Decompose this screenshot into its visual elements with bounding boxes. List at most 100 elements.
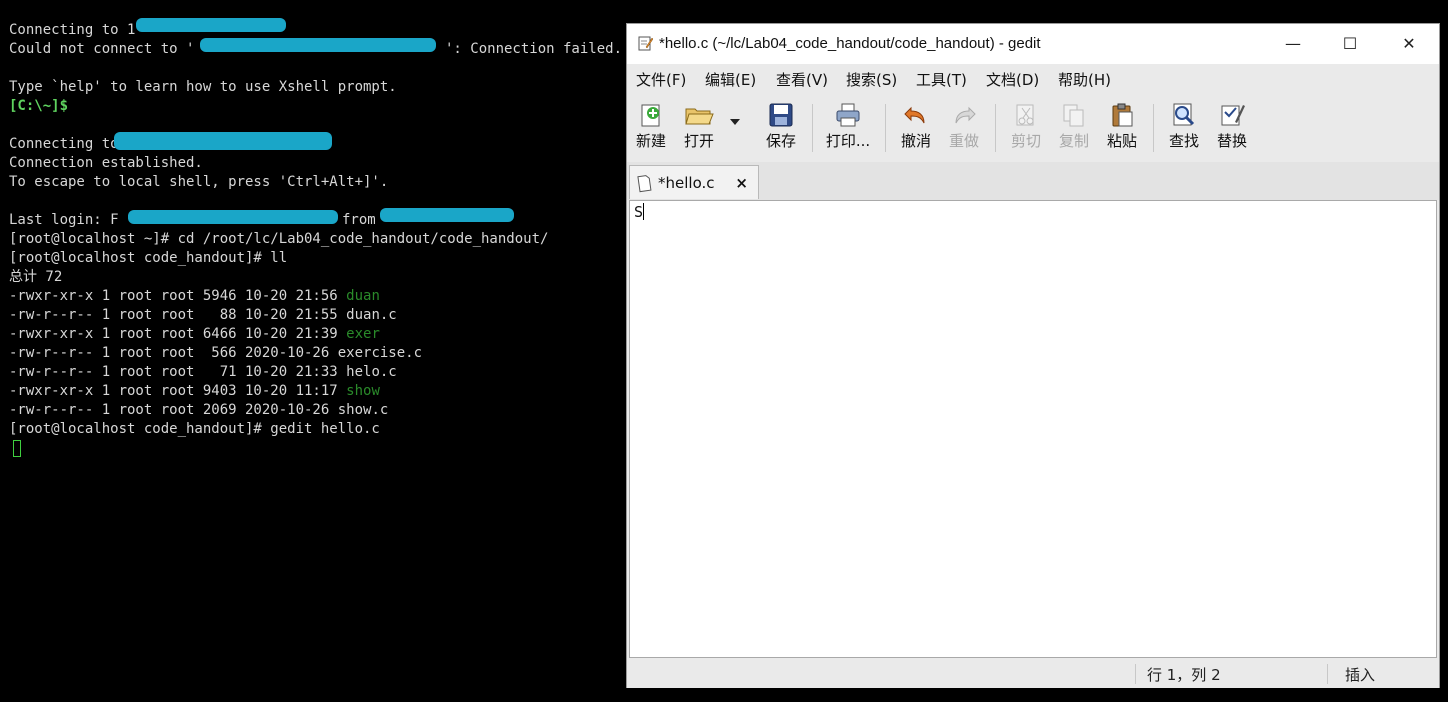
- file-meta: -rwxr-xr-x 1 root root 6466 10-20 21:39: [9, 326, 347, 342]
- status-separator: [1327, 664, 1328, 684]
- file-meta: -rw-r--r-- 1 root root 2069 2020-10-26: [9, 402, 338, 418]
- terminal-line: 总计 72: [9, 269, 63, 285]
- toolbar-separator: [995, 104, 996, 152]
- text-editor[interactable]: S: [629, 200, 1437, 658]
- open-label: 打开: [683, 132, 714, 150]
- terminal-line: Last login: F: [9, 212, 119, 228]
- terminal-line: Connecting to: [9, 136, 119, 152]
- save-button[interactable]: 保存: [763, 102, 799, 151]
- copy-label: 复制: [1058, 132, 1089, 150]
- listing-row: -rwxr-xr-x 1 root root 9403 10-20 11:17 …: [9, 382, 380, 401]
- terminal-line: [root@localhost ~]# cd /root/lc/Lab04_co…: [9, 231, 549, 247]
- redaction-mark: [114, 132, 332, 150]
- replace-label: 替换: [1216, 132, 1247, 150]
- listing-row: -rw-r--r-- 1 root root 71 10-20 21:33 he…: [9, 363, 397, 382]
- scissors-icon: [1016, 104, 1034, 126]
- gedit-app-icon: [638, 36, 653, 51]
- file-meta: -rw-r--r-- 1 root root 566 2020-10-26: [9, 345, 338, 361]
- tab-label: *hello.c: [658, 174, 715, 192]
- insert-mode: 插入: [1345, 666, 1376, 684]
- tab-close-icon[interactable]: ×: [735, 174, 748, 192]
- menu-view[interactable]: 查看(V): [776, 69, 828, 90]
- toolbar-separator: [812, 104, 813, 152]
- search-icon: [1173, 103, 1195, 126]
- undo-button[interactable]: 撤消: [898, 102, 934, 151]
- find-label: 查找: [1168, 132, 1199, 150]
- copy-button[interactable]: 复制: [1056, 102, 1092, 151]
- file-name: helo.c: [346, 364, 397, 380]
- find-button[interactable]: 查找: [1166, 102, 1202, 151]
- file-name: show: [346, 383, 380, 399]
- terminal-line: Type `help' to learn how to use Xshell p…: [9, 79, 397, 95]
- terminal-cursor: [13, 440, 21, 457]
- menu-search[interactable]: 搜索(S): [846, 69, 897, 90]
- listing-row: -rw-r--r-- 1 root root 88 10-20 21:55 du…: [9, 306, 397, 325]
- editor-content[interactable]: S: [634, 203, 645, 221]
- menu-help[interactable]: 帮助(H): [1058, 69, 1111, 90]
- text-caret: [643, 203, 645, 220]
- redaction-mark: [136, 18, 286, 32]
- folder-open-icon: [685, 108, 714, 125]
- save-label: 保存: [765, 132, 796, 150]
- local-prompt: [C:\~]$: [9, 98, 69, 114]
- find-replace-icon: [1221, 105, 1245, 126]
- status-bar: 行 1，列 2 插入: [627, 660, 1439, 688]
- menu-bar: 文件(F) 编辑(E) 查看(V) 搜索(S) 工具(T) 文档(D) 帮助(H…: [627, 64, 1439, 94]
- open-recent-dropdown[interactable]: [729, 118, 741, 126]
- file-meta: -rw-r--r-- 1 root root 71 10-20 21:33: [9, 364, 347, 380]
- menu-documents[interactable]: 文档(D): [986, 69, 1039, 90]
- redo-label: 重做: [948, 132, 979, 150]
- close-button[interactable]: ✕: [1389, 30, 1429, 58]
- document-icon: [637, 175, 652, 193]
- menu-tools[interactable]: 工具(T): [916, 69, 967, 90]
- menu-edit[interactable]: 编辑(E): [705, 69, 756, 90]
- cursor-position: 行 1，列 2: [1147, 666, 1221, 684]
- listing-row: -rw-r--r-- 1 root root 566 2020-10-26 ex…: [9, 344, 422, 363]
- undo-icon: [904, 106, 925, 124]
- print-button[interactable]: 打印...: [824, 102, 872, 151]
- terminal-line: Could not connect to ': [9, 41, 195, 57]
- cut-label: 剪切: [1010, 132, 1041, 150]
- redaction-mark: [380, 208, 514, 222]
- window-title: *hello.c (~/lc/Lab04_code_handout/code_h…: [659, 35, 1041, 52]
- terminal-line: [root@localhost code_handout]# ll: [9, 250, 288, 266]
- maximize-button[interactable]: ☐: [1330, 30, 1370, 58]
- toolbar-separator: [885, 104, 886, 152]
- menu-file[interactable]: 文件(F): [636, 69, 686, 90]
- terminal-line: from: [342, 212, 376, 228]
- terminal-line: ': Connection failed.: [445, 41, 623, 57]
- paste-label: 粘贴: [1106, 132, 1137, 150]
- open-button[interactable]: 打开: [681, 102, 717, 151]
- file-meta: -rw-r--r-- 1 root root 88 10-20 21:55: [9, 307, 347, 323]
- redaction-mark: [200, 38, 436, 52]
- terminal-line: To escape to local shell, press 'Ctrl+Al…: [9, 174, 389, 190]
- file-name: duan.c: [346, 307, 397, 323]
- file-name: show.c: [337, 402, 389, 418]
- print-label: 打印...: [825, 132, 871, 150]
- paste-button[interactable]: 粘贴: [1104, 102, 1140, 151]
- redo-button[interactable]: 重做: [946, 102, 982, 151]
- file-meta: -rwxr-xr-x 1 root root 9403 10-20 11:17: [9, 383, 347, 399]
- listing-row: -rwxr-xr-x 1 root root 6466 10-20 21:39 …: [9, 325, 380, 344]
- file-name: exercise.c: [337, 345, 423, 361]
- printer-icon: [836, 103, 860, 127]
- chevron-down-icon: [730, 119, 740, 125]
- tab-hello-c[interactable]: *hello.c ×: [629, 165, 759, 199]
- replace-button[interactable]: 替换: [1214, 102, 1250, 151]
- redo-icon: [955, 106, 976, 124]
- copy-icon: [1063, 104, 1084, 127]
- terminal-window[interactable]: Connecting to 1 Could not connect to ' '…: [4, 0, 624, 702]
- cut-button[interactable]: 剪切: [1008, 102, 1044, 151]
- title-bar[interactable]: *hello.c (~/lc/Lab04_code_handout/code_h…: [627, 24, 1439, 64]
- new-label: 新建: [635, 132, 666, 150]
- clipboard-icon: [1112, 103, 1133, 127]
- listing-row: -rw-r--r-- 1 root root 2069 2020-10-26 s…: [9, 401, 388, 420]
- terminal-line: Connecting to 1: [9, 22, 136, 38]
- minimize-button[interactable]: —: [1273, 30, 1313, 58]
- gedit-window[interactable]: *hello.c (~/lc/Lab04_code_handout/code_h…: [626, 23, 1440, 688]
- toolbar-separator: [1153, 104, 1154, 152]
- save-icon: [769, 103, 793, 127]
- undo-label: 撤消: [900, 132, 931, 150]
- status-separator: [1135, 664, 1136, 684]
- new-button[interactable]: 新建: [633, 102, 669, 151]
